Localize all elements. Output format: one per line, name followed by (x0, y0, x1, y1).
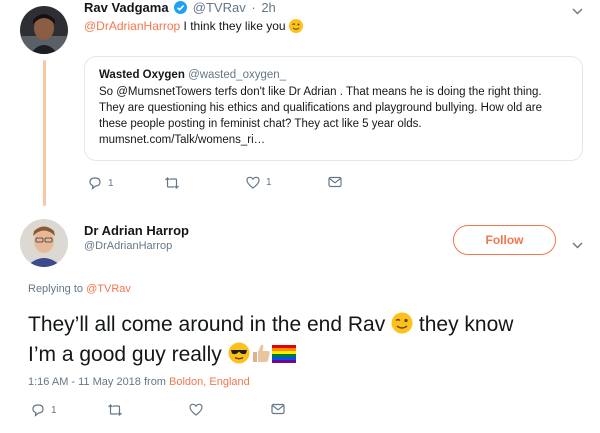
rainbow-flag-emoji-icon (271, 344, 296, 371)
main-text-part: they know (413, 313, 514, 336)
quoted-tweet-card[interactable]: Wasted Oxygen @wasted_oxygen_ So @Mumsne… (84, 56, 583, 161)
tweet-menu-chevron-icon[interactable] (572, 236, 583, 252)
quoted-text-line: They are questioning his ethics and qual… (99, 102, 543, 114)
follow-button[interactable]: Follow (453, 225, 556, 255)
author-handle[interactable]: @DrAdrianHarrop (84, 240, 172, 252)
thumbs-up-emoji-icon (250, 342, 272, 371)
retweet-icon (165, 177, 179, 189)
main-text-part: I’m a good guy really (28, 343, 222, 366)
verified-badge-icon (174, 1, 188, 17)
quoted-text-line: mumsnet.com/Talk/womens_ri… (99, 134, 266, 146)
separator-dot: · (251, 0, 256, 15)
tweet-actions: 1 1 (88, 176, 358, 192)
replying-to-line: Replying to @TVRav (28, 283, 131, 295)
reply-count: 1 (51, 404, 57, 416)
tweet-header: Rav Vadgama @TVRav · 2h (84, 0, 276, 17)
avatar-rav-vadgama[interactable] (20, 6, 68, 54)
tweet-actions: 1 (31, 403, 301, 419)
retweet-icon (108, 404, 122, 416)
tweet-time[interactable]: 2h (261, 0, 275, 15)
tweet-menu-chevron-icon[interactable] (572, 2, 583, 18)
retweet-button[interactable] (107, 403, 123, 417)
tweet-timestamp-line: 1:16 AM - 11 May 2018 from Boldon, Engla… (28, 376, 250, 388)
replying-prefix: Replying to (28, 283, 87, 295)
retweet-button[interactable] (164, 176, 180, 190)
quoted-text-line: So @MumsnetTowers terfs don't like Dr Ad… (99, 86, 542, 98)
envelope-icon (271, 403, 285, 415)
reply-icon (32, 404, 44, 417)
quoted-author-handle: @wasted_oxygen_ (188, 69, 287, 81)
reply-count: 1 (108, 177, 114, 189)
author-name[interactable]: Rav Vadgama (84, 0, 169, 15)
winking-face-emoji-icon (288, 19, 303, 36)
direct-message-button[interactable] (328, 176, 342, 188)
replying-to-link[interactable]: @TVRav (86, 283, 131, 295)
mention-link[interactable]: @DrAdrianHarrop (84, 19, 180, 33)
like-button[interactable] (189, 403, 203, 416)
location-link[interactable]: Boldon, England (169, 376, 250, 388)
quoted-author-name: Wasted Oxygen (99, 69, 185, 81)
avatar-dr-adrian-harrop[interactable] (20, 219, 68, 267)
quoted-tweet-header: Wasted Oxygen @wasted_oxygen_ (99, 69, 568, 81)
reply-button[interactable]: 1 (88, 176, 114, 190)
winking-face-emoji-icon (391, 312, 413, 341)
author-handle[interactable]: @TVRav (193, 0, 246, 15)
quoted-text-line: these people posting in feminist chat? T… (99, 118, 422, 130)
tweet-body: I think they like you (180, 19, 286, 33)
tweet-timestamp[interactable]: 1:16 AM - 11 May 2018 from (28, 376, 169, 388)
main-tweet-text: They’ll all come around in the end Rav t… (28, 311, 588, 371)
thread-connector-line (43, 60, 46, 206)
heart-icon (189, 403, 203, 416)
direct-message-button[interactable] (271, 403, 285, 415)
heart-icon (246, 176, 260, 189)
reply-icon (89, 177, 101, 190)
author-name[interactable]: Dr Adrian Harrop (84, 223, 189, 238)
sunglasses-face-emoji-icon (228, 342, 250, 371)
like-button[interactable]: 1 (246, 176, 272, 189)
quoted-tweet-text: So @MumsnetTowers terfs don't like Dr Ad… (99, 84, 568, 148)
main-text-part: They’ll all come around in the end Rav (28, 313, 386, 336)
tweet-text: @DrAdrianHarrop I think they like you (84, 19, 303, 36)
reply-button[interactable]: 1 (31, 403, 57, 417)
envelope-icon (328, 176, 342, 188)
like-count: 1 (266, 177, 272, 188)
